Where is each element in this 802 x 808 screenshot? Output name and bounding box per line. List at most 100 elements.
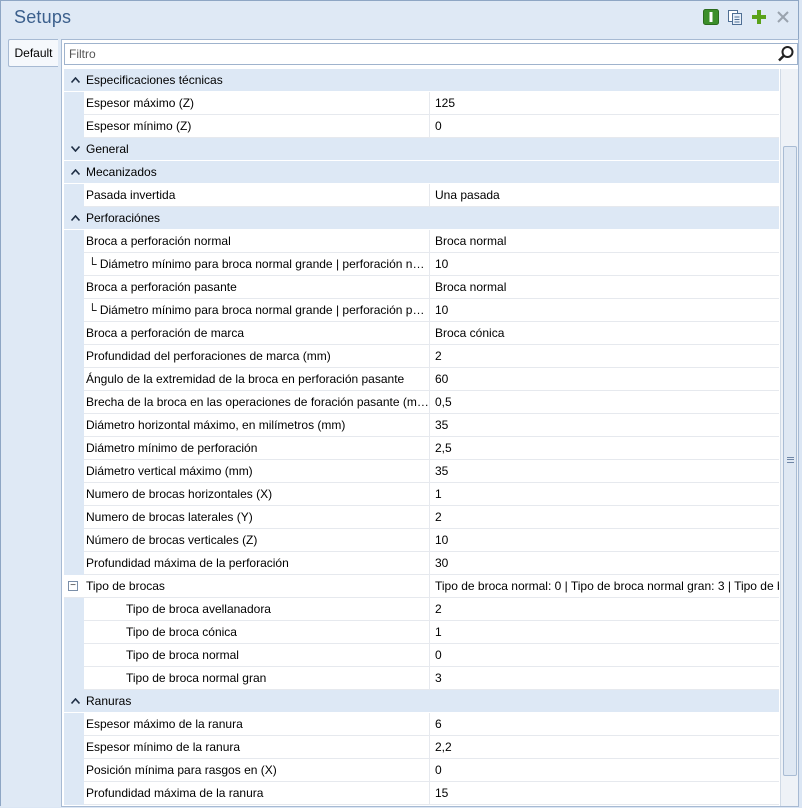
property-value[interactable]: 1 [433,621,779,643]
property-value[interactable]: Tipo de broca normal: 0 | Tipo de broca … [433,575,779,597]
property-row[interactable]: Tipo de broca normal gran 3 [64,667,779,690]
property-value[interactable]: 10 [433,253,779,275]
chevron-up-icon[interactable] [68,69,82,91]
property-name: Tipo de broca normal gran [86,667,430,689]
chevron-up-icon[interactable] [68,690,82,712]
property-row[interactable]: Broca a perforación de marca Broca cónica [64,322,779,345]
property-value[interactable]: 10 [433,529,779,551]
property-value[interactable]: Broca cónica [433,322,779,344]
property-row[interactable]: Numero de brocas horizontales (X) 1 [64,483,779,506]
property-row[interactable]: Profundidad máxima de la perforación 30 [64,552,779,575]
property-name: Espesor máximo (Z) [86,92,430,114]
property-value[interactable]: 0 [433,115,779,137]
property-name: Profundidad máxima de la perforación [86,552,430,574]
search-icon[interactable] [777,45,795,63]
row-gutter [64,736,84,759]
property-value[interactable]: 35 [433,414,779,436]
info-book-icon[interactable] [702,8,720,26]
tab-default[interactable]: Default [8,39,58,67]
title-bar: Setups [1,1,798,35]
property-name: Espesor máximo de la ranura [86,713,430,735]
group-row[interactable]: − Tipo de brocas Tipo de broca normal: 0 |… [64,575,779,598]
property-value[interactable]: 60 [433,368,779,390]
property-value[interactable]: 6 [433,713,779,735]
property-row[interactable]: Diámetro vertical máximo (mm) 35 [64,460,779,483]
filter-input[interactable] [69,46,769,62]
property-value[interactable]: 35 [433,460,779,482]
collapse-icon[interactable]: − [68,581,78,591]
row-gutter [64,644,84,667]
chevron-down-icon[interactable] [68,138,82,160]
category-row[interactable]: Especificaciones técnicas [64,69,779,92]
property-value[interactable]: 2 [433,506,779,528]
property-value[interactable]: Broca normal [433,230,779,252]
chevron-up-icon[interactable] [68,207,82,229]
property-row[interactable]: Diámetro mínimo de perforación 2,5 [64,437,779,460]
property-name: Espesor mínimo de la ranura [86,736,430,758]
category-row[interactable]: Ranuras [64,690,779,713]
row-gutter [64,667,84,690]
row-gutter [64,552,84,575]
category-row[interactable]: General [64,138,779,161]
property-row[interactable]: Ángulo de la extremidad de la broca en p… [64,368,779,391]
property-value[interactable]: 125 [433,92,779,114]
row-gutter [64,230,84,253]
property-row[interactable]: Profundidad máxima de la ranura 15 [64,782,779,805]
row-gutter [64,506,84,529]
property-row[interactable]: Broca a perforación normal Broca normal [64,230,779,253]
property-value[interactable]: 15 [433,782,779,804]
property-value[interactable]: Broca normal [433,276,779,298]
property-grid: Especificaciones técnicas Espesor máximo … [64,69,779,805]
category-row[interactable]: Perforaciónes [64,207,779,230]
property-name: Tipo de broca normal [86,644,430,666]
property-row[interactable]: Tipo de broca avellanadora 2 [64,598,779,621]
tab-strip: Default [1,35,61,807]
property-value[interactable]: 10 [433,299,779,321]
property-row[interactable]: Brecha de la broca en las operaciones de… [64,391,779,414]
property-row[interactable]: Tipo de broca normal 0 [64,644,779,667]
property-row[interactable]: └ Diámetro mínimo para broca normal gran… [64,253,779,276]
property-name: Diámetro vertical máximo (mm) [86,460,430,482]
vertical-scrollbar[interactable] [780,69,798,806]
property-row[interactable]: Número de brocas verticales (Z) 10 [64,529,779,552]
category-label: Perforaciónes [86,211,161,225]
property-value[interactable]: 1 [433,483,779,505]
property-value[interactable]: 30 [433,552,779,574]
property-row[interactable]: Diámetro horizontal máximo, en milímetro… [64,414,779,437]
row-gutter [64,276,84,299]
row-gutter [64,483,84,506]
property-row[interactable]: └ Diámetro mínimo para broca normal gran… [64,299,779,322]
chevron-up-icon[interactable] [68,161,82,183]
property-value[interactable]: 2 [433,345,779,367]
property-name: Número de brocas verticales (Z) [86,529,430,551]
row-gutter [64,115,84,138]
close-icon[interactable] [774,8,792,26]
add-icon[interactable] [750,8,768,26]
row-gutter [64,184,84,207]
property-value[interactable]: 0,5 [433,391,779,413]
property-value[interactable]: 3 [433,667,779,689]
property-value[interactable]: 2,2 [433,736,779,758]
property-value[interactable]: 2,5 [433,437,779,459]
property-row[interactable]: Tipo de broca cónica 1 [64,621,779,644]
property-row[interactable]: Broca a perforación pasante Broca normal [64,276,779,299]
property-value[interactable]: 0 [433,644,779,666]
property-name: Numero de brocas horizontales (X) [86,483,430,505]
property-row[interactable]: Pasada invertida Una pasada [64,184,779,207]
property-value[interactable]: 0 [433,759,779,781]
property-row[interactable]: Espesor mínimo de la ranura 2,2 [64,736,779,759]
property-name: Broca a perforación de marca [86,322,430,344]
property-row[interactable]: Espesor máximo (Z) 125 [64,92,779,115]
property-value[interactable]: Una pasada [433,184,779,206]
property-name: Numero de brocas laterales (Y) [86,506,430,528]
category-row[interactable]: Mecanizados [64,161,779,184]
property-row[interactable]: Espesor mínimo (Z) 0 [64,115,779,138]
property-row[interactable]: Espesor máximo de la ranura 6 [64,713,779,736]
property-row[interactable]: Numero de brocas laterales (Y) 2 [64,506,779,529]
property-name: Tipo de brocas [86,575,430,597]
property-row[interactable]: Posición mínima para rasgos en (X) 0 [64,759,779,782]
scrollbar-thumb[interactable] [783,146,797,776]
property-value[interactable]: 2 [433,598,779,620]
copy-icon[interactable] [726,8,744,26]
property-row[interactable]: Profundidad del perforaciones de marca (… [64,345,779,368]
